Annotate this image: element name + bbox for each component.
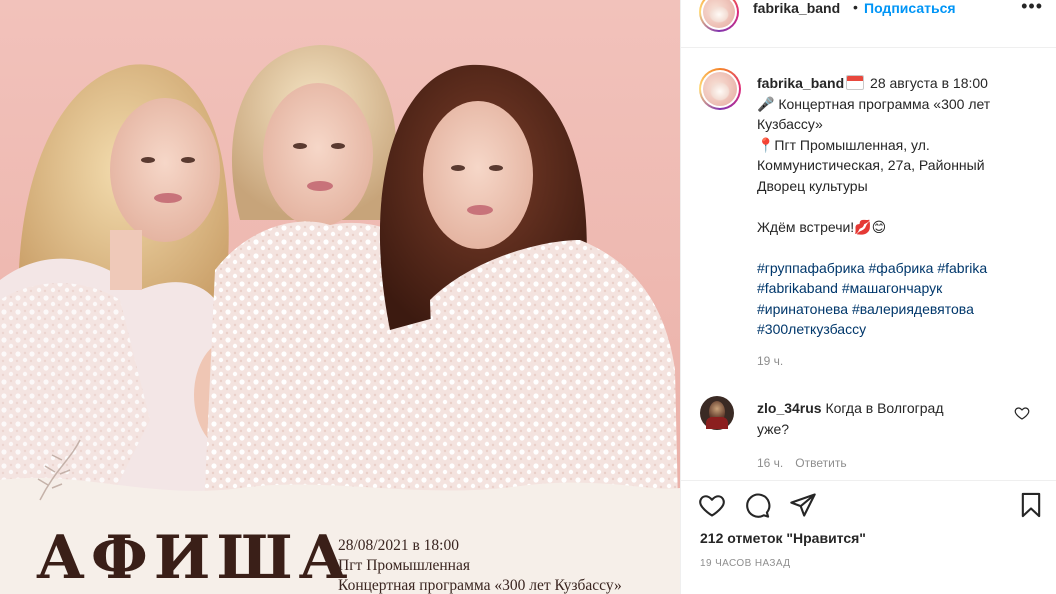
share-icon[interactable] (789, 491, 817, 519)
poster-line-program: Концертная программа «300 лет Кузбассу» (338, 577, 622, 594)
post-header: fabrika_band • Подписаться ••• (681, 0, 1056, 48)
caption-time[interactable]: 19 ч. (757, 354, 783, 368)
caption-hashtags[interactable]: #группафабрика #фабрика #fabrika (757, 258, 1019, 279)
caption-line: Кузбассу» (757, 116, 823, 132)
caption-hashtags[interactable]: #fabrikaband #машагончарук (757, 278, 1019, 299)
poster-line-place: Пгт Промышленная (338, 557, 470, 574)
caption-hashtags[interactable]: #иринатонева #валериядевятова (757, 299, 1019, 320)
post-actions: 212 отметок "Нравится" 19 часов назад (681, 480, 1056, 594)
like-comment-heart-icon[interactable] (1014, 405, 1030, 421)
comment-icon[interactable] (743, 491, 771, 519)
reply-button[interactable]: Ответить (795, 456, 846, 470)
post-sidebar: fabrika_band • Подписаться ••• fabrika_b… (680, 0, 1056, 594)
poster-details: 28/08/2021 в 18:00 Пгт Промышленная Конц… (338, 536, 622, 594)
caption-username[interactable]: fabrika_band (757, 75, 844, 91)
caption-line: Коммунистическая, 27а, Районный (757, 157, 985, 173)
follow-button[interactable]: Подписаться (864, 0, 956, 16)
poster-line-date: 28/08/2021 в 18:00 (338, 537, 459, 554)
author-avatar[interactable] (699, 0, 739, 32)
calendar-icon (846, 75, 865, 90)
caption-date: 28 августа в 18:00 (870, 75, 988, 91)
bookmark-icon[interactable] (1017, 491, 1045, 519)
caption-line: Дворец культуры (757, 177, 868, 194)
comment-item: zlo_34rus Когда в Волгоград уже? (757, 398, 997, 439)
caption-line: 🎤 Концертная программа «300 лет (757, 95, 991, 112)
caption-line: Ждём встречи!💋😊 (757, 218, 887, 235)
author-username[interactable]: fabrika_band (753, 0, 840, 16)
comment-text: Когда в Волгоград (825, 400, 944, 416)
commenter-avatar[interactable] (700, 396, 734, 430)
separator-dot: • (853, 0, 858, 15)
caption-avatar[interactable] (699, 68, 741, 110)
post-caption: fabrika_band 28 августа в 18:00 🎤 Концер… (757, 73, 1019, 340)
ellipsis-icon[interactable]: ••• (1021, 0, 1043, 17)
caption-hashtags[interactable]: #300леткузбассу (757, 319, 1019, 340)
likes-count[interactable]: 212 отметок "Нравится" (700, 530, 866, 546)
heart-icon[interactable] (698, 491, 726, 519)
poster-title: АФИША (36, 523, 354, 593)
comment-meta: 16 ч. Ответить (757, 456, 859, 470)
comment-text: уже? (757, 420, 790, 437)
posted-time[interactable]: 19 часов назад (700, 558, 790, 569)
commenter-username[interactable]: zlo_34rus (757, 400, 822, 416)
post-photo-illustration (0, 45, 680, 594)
comment-time[interactable]: 16 ч. (757, 456, 783, 470)
post-image[interactable]: АФИША 28/08/2021 в 18:00 Пгт Промышленна… (0, 0, 680, 594)
caption-line: 📍Пгт Промышленная, ул. (757, 136, 930, 153)
